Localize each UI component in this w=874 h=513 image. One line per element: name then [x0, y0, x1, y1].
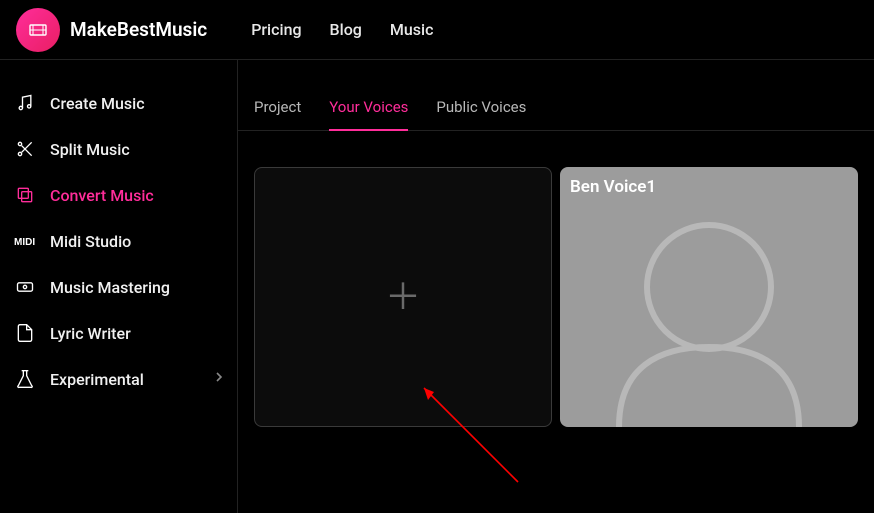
split-icon [14, 138, 36, 160]
sidebar-item-music-mastering[interactable]: Music Mastering [0, 264, 237, 310]
sidebar-item-split-music[interactable]: Split Music [0, 126, 237, 172]
main-content: Project Your Voices Public Voices ＋ Ben … [238, 60, 874, 513]
add-voice-card[interactable]: ＋ [254, 167, 552, 427]
voice-card[interactable]: Ben Voice1 [560, 167, 858, 427]
midi-icon: MIDI [14, 230, 36, 252]
sidebar-label: Convert Music [50, 186, 154, 205]
sidebar-label: Music Mastering [50, 278, 170, 297]
avatar-placeholder-icon [589, 197, 829, 427]
mastering-icon [14, 276, 36, 298]
sidebar-item-convert-music[interactable]: Convert Music [0, 172, 237, 218]
sidebar-item-lyric-writer[interactable]: Lyric Writer [0, 310, 237, 356]
convert-icon [14, 184, 36, 206]
top-nav: Pricing Blog Music [251, 20, 433, 39]
tab-your-voices[interactable]: Your Voices [329, 98, 408, 130]
sidebar-item-midi-studio[interactable]: MIDI Midi Studio [0, 218, 237, 264]
voice-card-title: Ben Voice1 [570, 177, 656, 197]
nav-blog[interactable]: Blog [330, 20, 362, 39]
logo-icon [16, 8, 60, 52]
sidebar-item-create-music[interactable]: Create Music [0, 80, 237, 126]
plus-icon: ＋ [385, 279, 421, 315]
topbar: MakeBestMusic Pricing Blog Music [0, 0, 874, 60]
sidebar-label: Create Music [50, 94, 145, 113]
tabs: Project Your Voices Public Voices [238, 60, 874, 131]
logo[interactable]: MakeBestMusic [16, 8, 207, 52]
voice-cards: ＋ Ben Voice1 [238, 131, 874, 427]
chevron-right-icon [215, 371, 223, 387]
sidebar: Create Music Split Music Convert Music [0, 60, 238, 513]
sidebar-label: Experimental [50, 370, 144, 389]
sidebar-label: Midi Studio [50, 232, 131, 251]
lyric-icon [14, 322, 36, 344]
tab-project[interactable]: Project [254, 98, 301, 130]
svg-text:MIDI: MIDI [14, 237, 35, 248]
tab-public-voices[interactable]: Public Voices [436, 98, 526, 130]
music-note-icon [14, 92, 36, 114]
sidebar-item-experimental[interactable]: Experimental [0, 356, 237, 402]
nav-pricing[interactable]: Pricing [251, 20, 301, 39]
flask-icon [14, 368, 36, 390]
sidebar-label: Split Music [50, 140, 130, 159]
brand-text: MakeBestMusic [70, 18, 207, 41]
nav-music[interactable]: Music [390, 20, 434, 39]
sidebar-label: Lyric Writer [50, 324, 131, 343]
